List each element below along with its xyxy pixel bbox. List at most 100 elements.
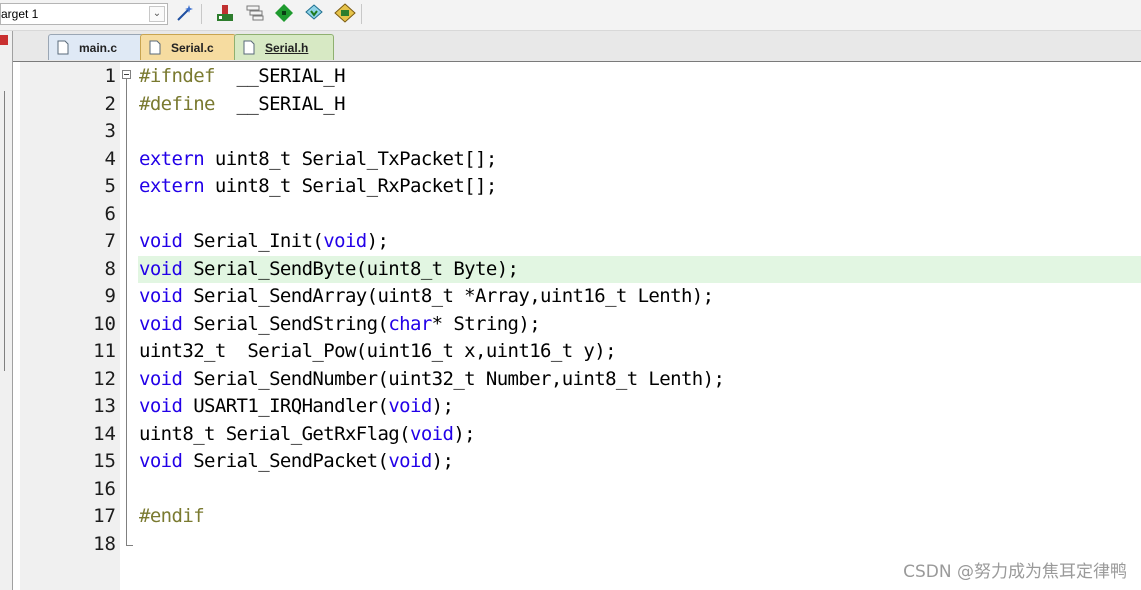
code-token: __SERIAL_H <box>214 65 346 87</box>
target-select-value: arget 1 <box>1 7 39 21</box>
tab-serial-c[interactable]: Serial.c <box>140 34 236 60</box>
stack-icon[interactable] <box>244 2 266 24</box>
code-text: void Serial_SendString(char* String); <box>139 311 541 338</box>
document-icon <box>149 40 161 55</box>
keyword-token: void <box>139 230 183 252</box>
line-number: 9 <box>104 285 116 307</box>
target-select[interactable]: arget 1 ⌄ <box>0 3 168 25</box>
magic-wand-icon[interactable] <box>174 2 196 24</box>
chevron-down-icon[interactable]: ⌄ <box>149 6 165 22</box>
document-icon <box>243 40 255 55</box>
code-line[interactable]: 9 void Serial_SendArray(uint8_t *Array,ui… <box>20 283 1141 310</box>
code-line[interactable]: 16 <box>20 476 1141 503</box>
keyword-token: char <box>388 312 432 335</box>
code-text: void USART1_IRQHandler(void); <box>139 393 454 420</box>
code-line[interactable]: 5 extern uint8_t Serial_RxPacket[]; <box>20 173 1141 200</box>
tab-label: Serial.h <box>265 40 309 55</box>
keyword-token: extern <box>139 175 205 197</box>
line-number: 16 <box>93 477 116 500</box>
code-line[interactable]: 8 void Serial_SendByte(uint8_t Byte); <box>20 255 1141 283</box>
watermark: CSDN @努力成为焦耳定律鸭 <box>903 562 1127 582</box>
tab-main-c[interactable]: main.c <box>48 34 144 60</box>
editor-tab-bar: main.c Serial.c Serial.h <box>13 31 1141 62</box>
document-icon <box>57 40 69 55</box>
code-text: #define __SERIAL_H <box>139 91 346 118</box>
keyword-token: void <box>409 422 454 445</box>
code-line[interactable]: 4 extern uint8_t Serial_TxPacket[]; <box>20 146 1141 173</box>
code-line[interactable]: 10 void Serial_SendString(char* String); <box>20 311 1141 338</box>
code-token: USART1_IRQHandler( <box>182 395 389 417</box>
code-text: extern uint8_t Serial_RxPacket[]; <box>139 173 497 200</box>
line-number: 12 <box>93 367 116 390</box>
keyword-token: void <box>139 285 183 307</box>
line-number: 17 <box>93 505 116 527</box>
diamond-green-icon[interactable] <box>273 2 295 24</box>
keyword-token: void <box>388 450 432 472</box>
code-line[interactable]: 7 void Serial_Init(void); <box>20 228 1141 255</box>
tab-label: main.c <box>79 40 118 55</box>
toolbar: arget 1 ⌄ <box>0 0 1141 31</box>
code-line[interactable]: 14 uint8_t Serial_GetRxFlag(void); <box>20 421 1141 448</box>
code-line[interactable]: 12 void Serial_SendNumber(uint32_t Number… <box>20 366 1141 393</box>
code-token: Serial_Init( <box>182 230 324 252</box>
load-flash-icon[interactable] <box>214 2 236 24</box>
code-token: ); <box>431 450 454 472</box>
preprocessor-token: #ifndef <box>139 65 215 87</box>
preprocessor-token: #define <box>139 92 215 115</box>
code-text: void Serial_SendNumber(uint32_t Number,u… <box>139 366 725 393</box>
code-token: Serial_SendString( <box>182 312 389 335</box>
line-number: 4 <box>104 147 116 170</box>
code-text: void Serial_SendPacket(void); <box>139 448 454 475</box>
line-number: 15 <box>93 450 116 472</box>
code-token: Serial_SendByte(uint8_t Byte); <box>182 257 519 280</box>
code-text: uint32_t Serial_Pow(uint16_t x,uint16_t … <box>139 338 617 365</box>
keyword-token: void <box>323 230 367 252</box>
code-text: #ifndef __SERIAL_H <box>139 63 346 90</box>
code-line[interactable]: 11 uint32_t Serial_Pow(uint16_t x,uint16_… <box>20 338 1141 365</box>
keyword-token: void <box>139 312 183 335</box>
panel-divider <box>4 91 5 371</box>
keyword-token: void <box>139 395 183 417</box>
code-line[interactable]: 17 #endif <box>20 503 1141 530</box>
line-number: 3 <box>104 120 116 142</box>
code-token: Serial_SendNumber(uint32_t Number,uint8_… <box>182 367 725 390</box>
code-line[interactable]: 6 <box>20 201 1141 228</box>
keyword-token: void <box>139 257 183 280</box>
code-token: Serial_SendArray(uint8_t *Array,uint16_t… <box>182 285 714 307</box>
chip-config-icon[interactable] <box>334 2 356 24</box>
code-token: Serial_SendPacket( <box>182 450 389 472</box>
code-token: uint8_t Serial_TxPacket[]; <box>204 147 497 170</box>
keyword-token: extern <box>139 147 205 170</box>
preprocessor-token: #endif <box>139 505 205 527</box>
code-line[interactable]: 15 void Serial_SendPacket(void); <box>20 448 1141 475</box>
code-text: void Serial_SendByte(uint8_t Byte); <box>139 256 519 283</box>
code-line[interactable]: 18 <box>20 531 1141 558</box>
code-line[interactable]: 3 <box>20 118 1141 145</box>
close-icon[interactable] <box>0 35 8 45</box>
line-number: 14 <box>93 422 116 445</box>
tab-serial-h[interactable]: Serial.h <box>234 34 334 60</box>
code-text: uint8_t Serial_GetRxFlag(void); <box>139 421 476 448</box>
keyword-token: void <box>139 367 183 390</box>
code-token: ); <box>366 230 389 252</box>
code-text: extern uint8_t Serial_TxPacket[]; <box>139 146 497 173</box>
code-text: #endif <box>139 503 205 530</box>
code-line[interactable]: 1 #ifndef __SERIAL_H <box>20 63 1141 90</box>
code-text: void Serial_SendArray(uint8_t *Array,uin… <box>139 283 714 310</box>
code-token: uint32_t Serial_Pow(uint16_t x,uint16_t … <box>139 340 617 362</box>
diamond-download-icon[interactable] <box>303 2 325 24</box>
toolbar-separator <box>201 4 202 24</box>
line-number: 13 <box>93 395 116 417</box>
tab-label: Serial.c <box>171 40 214 55</box>
line-number: 2 <box>104 92 116 115</box>
code-line[interactable]: 2 #define __SERIAL_H <box>20 91 1141 118</box>
code-editor[interactable]: 1 #ifndef __SERIAL_H 2 #define __SERIAL_H 3 4… <box>20 62 1141 590</box>
code-text: void Serial_Init(void); <box>139 228 389 255</box>
code-line[interactable]: 13 void USART1_IRQHandler(void); <box>20 393 1141 420</box>
line-number: 8 <box>104 257 116 280</box>
code-token: ); <box>453 422 476 445</box>
code-token: ); <box>431 395 454 417</box>
line-number: 5 <box>104 175 116 197</box>
line-number: 10 <box>93 312 116 335</box>
line-number: 6 <box>104 202 116 225</box>
